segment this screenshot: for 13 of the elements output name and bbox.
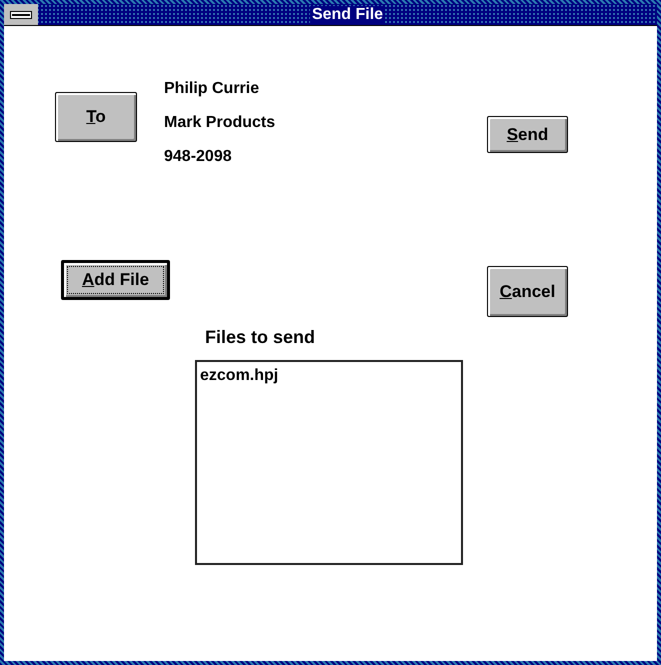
push-button[interactable]: Cancel: [487, 266, 568, 317]
push-button[interactable]: Add File: [61, 260, 170, 300]
push-button[interactable]: Send: [487, 116, 568, 153]
recipient-text: 948-2098: [164, 147, 232, 167]
menu-icon: [10, 10, 32, 18]
recipient-text: Philip Currie: [164, 79, 260, 99]
list-label: Files to send: [205, 326, 316, 348]
window-title: Send File: [310, 6, 386, 23]
push-button[interactable]: To: [55, 92, 137, 142]
file-list[interactable]: ezcom.hpj: [195, 360, 463, 565]
list-item[interactable]: ezcom.hpj: [200, 364, 458, 388]
recipient-text: Mark Products: [164, 113, 276, 133]
system-menu-button[interactable]: [4, 4, 38, 25]
